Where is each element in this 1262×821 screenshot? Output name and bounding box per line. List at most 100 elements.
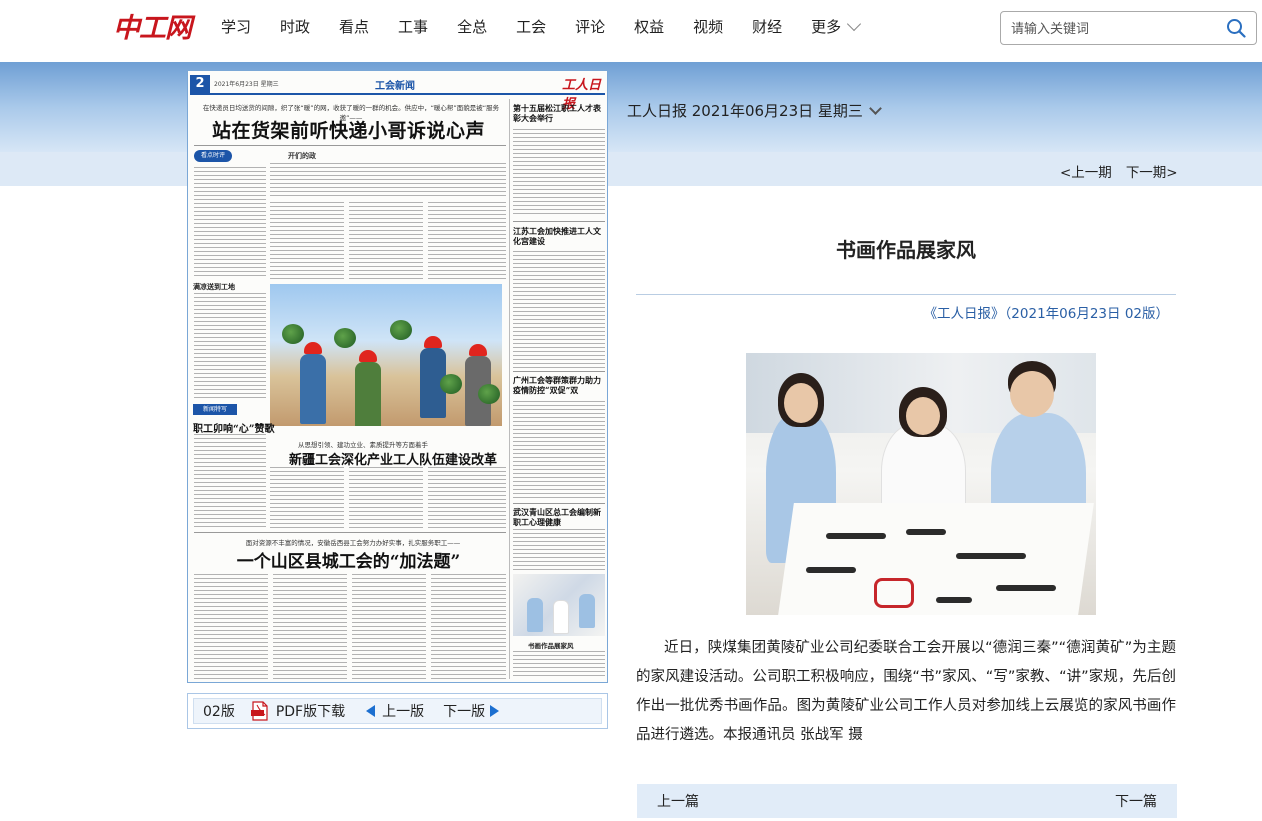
text-column <box>273 574 347 679</box>
text-column <box>194 434 266 529</box>
watermelon <box>334 328 356 348</box>
photo-figure-face <box>1010 371 1054 417</box>
pdf-download-link[interactable]: PDF版下载 <box>250 701 346 721</box>
nav-item-highlights[interactable]: 看点 <box>339 17 369 37</box>
triangle-right-icon <box>490 705 500 717</box>
rule <box>194 532 506 533</box>
ink-stroke <box>826 533 886 539</box>
article-title: 书画作品展家风 <box>836 238 976 262</box>
text-column <box>194 293 266 399</box>
headline-courier[interactable]: 站在货架前听快递小哥诉说心声 <box>188 116 509 143</box>
triangle-left-icon <box>366 705 376 717</box>
ink-stroke <box>806 567 856 573</box>
page-number: 2 <box>190 75 210 93</box>
red-seal <box>874 578 914 608</box>
search-input[interactable] <box>1011 19 1216 39</box>
text-column <box>349 202 423 280</box>
nav-item-work-affairs[interactable]: 工事 <box>398 17 428 37</box>
text-column <box>349 467 423 529</box>
search-box <box>1000 11 1257 45</box>
subhead: 满凉送到工地 <box>193 283 235 291</box>
watermelon <box>478 384 500 404</box>
rule <box>194 145 506 146</box>
subhead: 开们的政 <box>288 152 316 160</box>
text-column <box>270 202 344 280</box>
headline-county-union[interactable]: 一个山区县城工会的“加法题” <box>188 547 509 572</box>
site-logo[interactable]: 中工网 <box>113 6 192 45</box>
right-headline[interactable]: 江苏工会加快推进工人文化宫建设 <box>513 226 605 246</box>
chevron-down-icon <box>847 16 862 32</box>
search-icon[interactable] <box>1226 18 1246 38</box>
title-divider <box>636 294 1176 295</box>
photo-watermelon-workers[interactable] <box>270 284 502 426</box>
text-column <box>513 129 605 217</box>
photo-figure <box>300 354 326 424</box>
right-headline[interactable]: 广州工会等群策群力助力 疫情防控“双促”双 <box>513 375 605 395</box>
pdf-download-label: PDF版下载 <box>275 704 346 720</box>
right-headline[interactable]: 武汉青山区总工会编制新职工心理健康 <box>513 507 605 527</box>
lead-line: 从思想引领、建功立业、素质提升等方面着手 <box>298 441 428 449</box>
prev-issue-link[interactable]: <上一期 <box>1060 161 1112 181</box>
nav-more-dropdown[interactable]: 更多 <box>811 16 862 37</box>
rule <box>513 371 605 372</box>
rule <box>513 503 605 504</box>
headline-xinjiang[interactable]: 新疆工会深化产业工人队伍建设改革 <box>283 449 503 468</box>
prev-page-label: 上一版 <box>382 704 425 720</box>
text-column <box>270 467 344 529</box>
photo-figure <box>579 594 595 628</box>
edition-date-selector[interactable]: 工人日报 2021年06月23日 星期三 <box>627 100 882 121</box>
helmet <box>359 350 377 362</box>
article-photo[interactable] <box>746 353 1096 615</box>
next-article-link[interactable]: 下一篇 <box>1115 791 1157 811</box>
next-page-link[interactable]: 下一版 <box>443 701 500 721</box>
tag-label: 看点时评 <box>194 150 232 162</box>
watermelon <box>282 324 304 344</box>
next-page-label: 下一版 <box>443 704 486 720</box>
rule <box>513 221 605 222</box>
nav-item-politics[interactable]: 时政 <box>280 17 310 37</box>
nav-item-finance[interactable]: 财经 <box>752 17 782 37</box>
right-headline[interactable]: 第十五届松江职工人才表彰大会举行 <box>513 103 605 123</box>
page-version-label: 02版 <box>203 704 235 720</box>
nav-item-study[interactable]: 学习 <box>221 17 251 37</box>
main-nav: 学习 时政 看点 工事 全总 工会 评论 权益 视频 财经 更多 <box>221 16 888 37</box>
lead-line: 面对资源不丰富的情况，安徽岳西县工会努力办好实事，扎实服务职工—— <box>245 539 461 547</box>
page-toolbar: 02版 PDF版下载 上一版 下一版 <box>187 693 608 729</box>
text-column <box>352 574 426 679</box>
prev-page-link[interactable]: 上一版 <box>366 701 424 721</box>
watermelon <box>390 320 412 340</box>
watermelon <box>440 374 462 394</box>
photo-figure-face <box>906 397 940 435</box>
nav-item-rights[interactable]: 权益 <box>634 17 664 37</box>
column-divider <box>509 99 510 679</box>
photo-figure <box>355 362 381 426</box>
article-pagination: 上一篇 下一篇 <box>637 784 1177 818</box>
ink-stroke <box>996 585 1056 591</box>
ink-stroke <box>956 553 1026 559</box>
helmet <box>304 342 322 354</box>
page-header: 2 2021年6月23日 星期三 工会新闻 工人日报 <box>190 73 605 112</box>
text-column <box>194 167 266 279</box>
edition-date: 工人日报 2021年06月23日 星期三 <box>627 102 863 120</box>
ink-stroke <box>936 597 972 603</box>
photo-thumbnail-calligraphy[interactable] <box>513 574 605 636</box>
newspaper-page-image[interactable]: 2 2021年6月23日 星期三 工会新闻 工人日报 在快递员日均送货的间隙，织… <box>187 70 608 683</box>
text-column <box>513 529 605 571</box>
text-column <box>428 467 506 529</box>
headline-small[interactable]: 职工卯响“心”赞歌 <box>193 420 275 435</box>
chevron-down-icon <box>869 101 882 115</box>
top-navigation: 中工网 学习 时政 看点 工事 全总 工会 评论 权益 视频 财经 更多 <box>0 0 1262 62</box>
nav-item-video[interactable]: 视频 <box>693 17 723 37</box>
text-column <box>513 401 605 501</box>
nav-item-union[interactable]: 工会 <box>516 17 546 37</box>
prev-article-link[interactable]: 上一篇 <box>657 791 699 811</box>
nav-item-commentary[interactable]: 评论 <box>575 17 605 37</box>
page-section: 工会新闻 <box>375 81 415 92</box>
text-column <box>513 651 605 679</box>
nav-item-acftu[interactable]: 全总 <box>457 17 487 37</box>
photo-figure <box>553 600 569 634</box>
text-column <box>431 574 506 679</box>
article-source: 《工人日报》（2021年06月23日 02版） <box>923 306 1169 322</box>
issue-nav: <上一期 下一期> <box>1060 161 1192 181</box>
next-issue-link[interactable]: 下一期> <box>1126 161 1178 181</box>
